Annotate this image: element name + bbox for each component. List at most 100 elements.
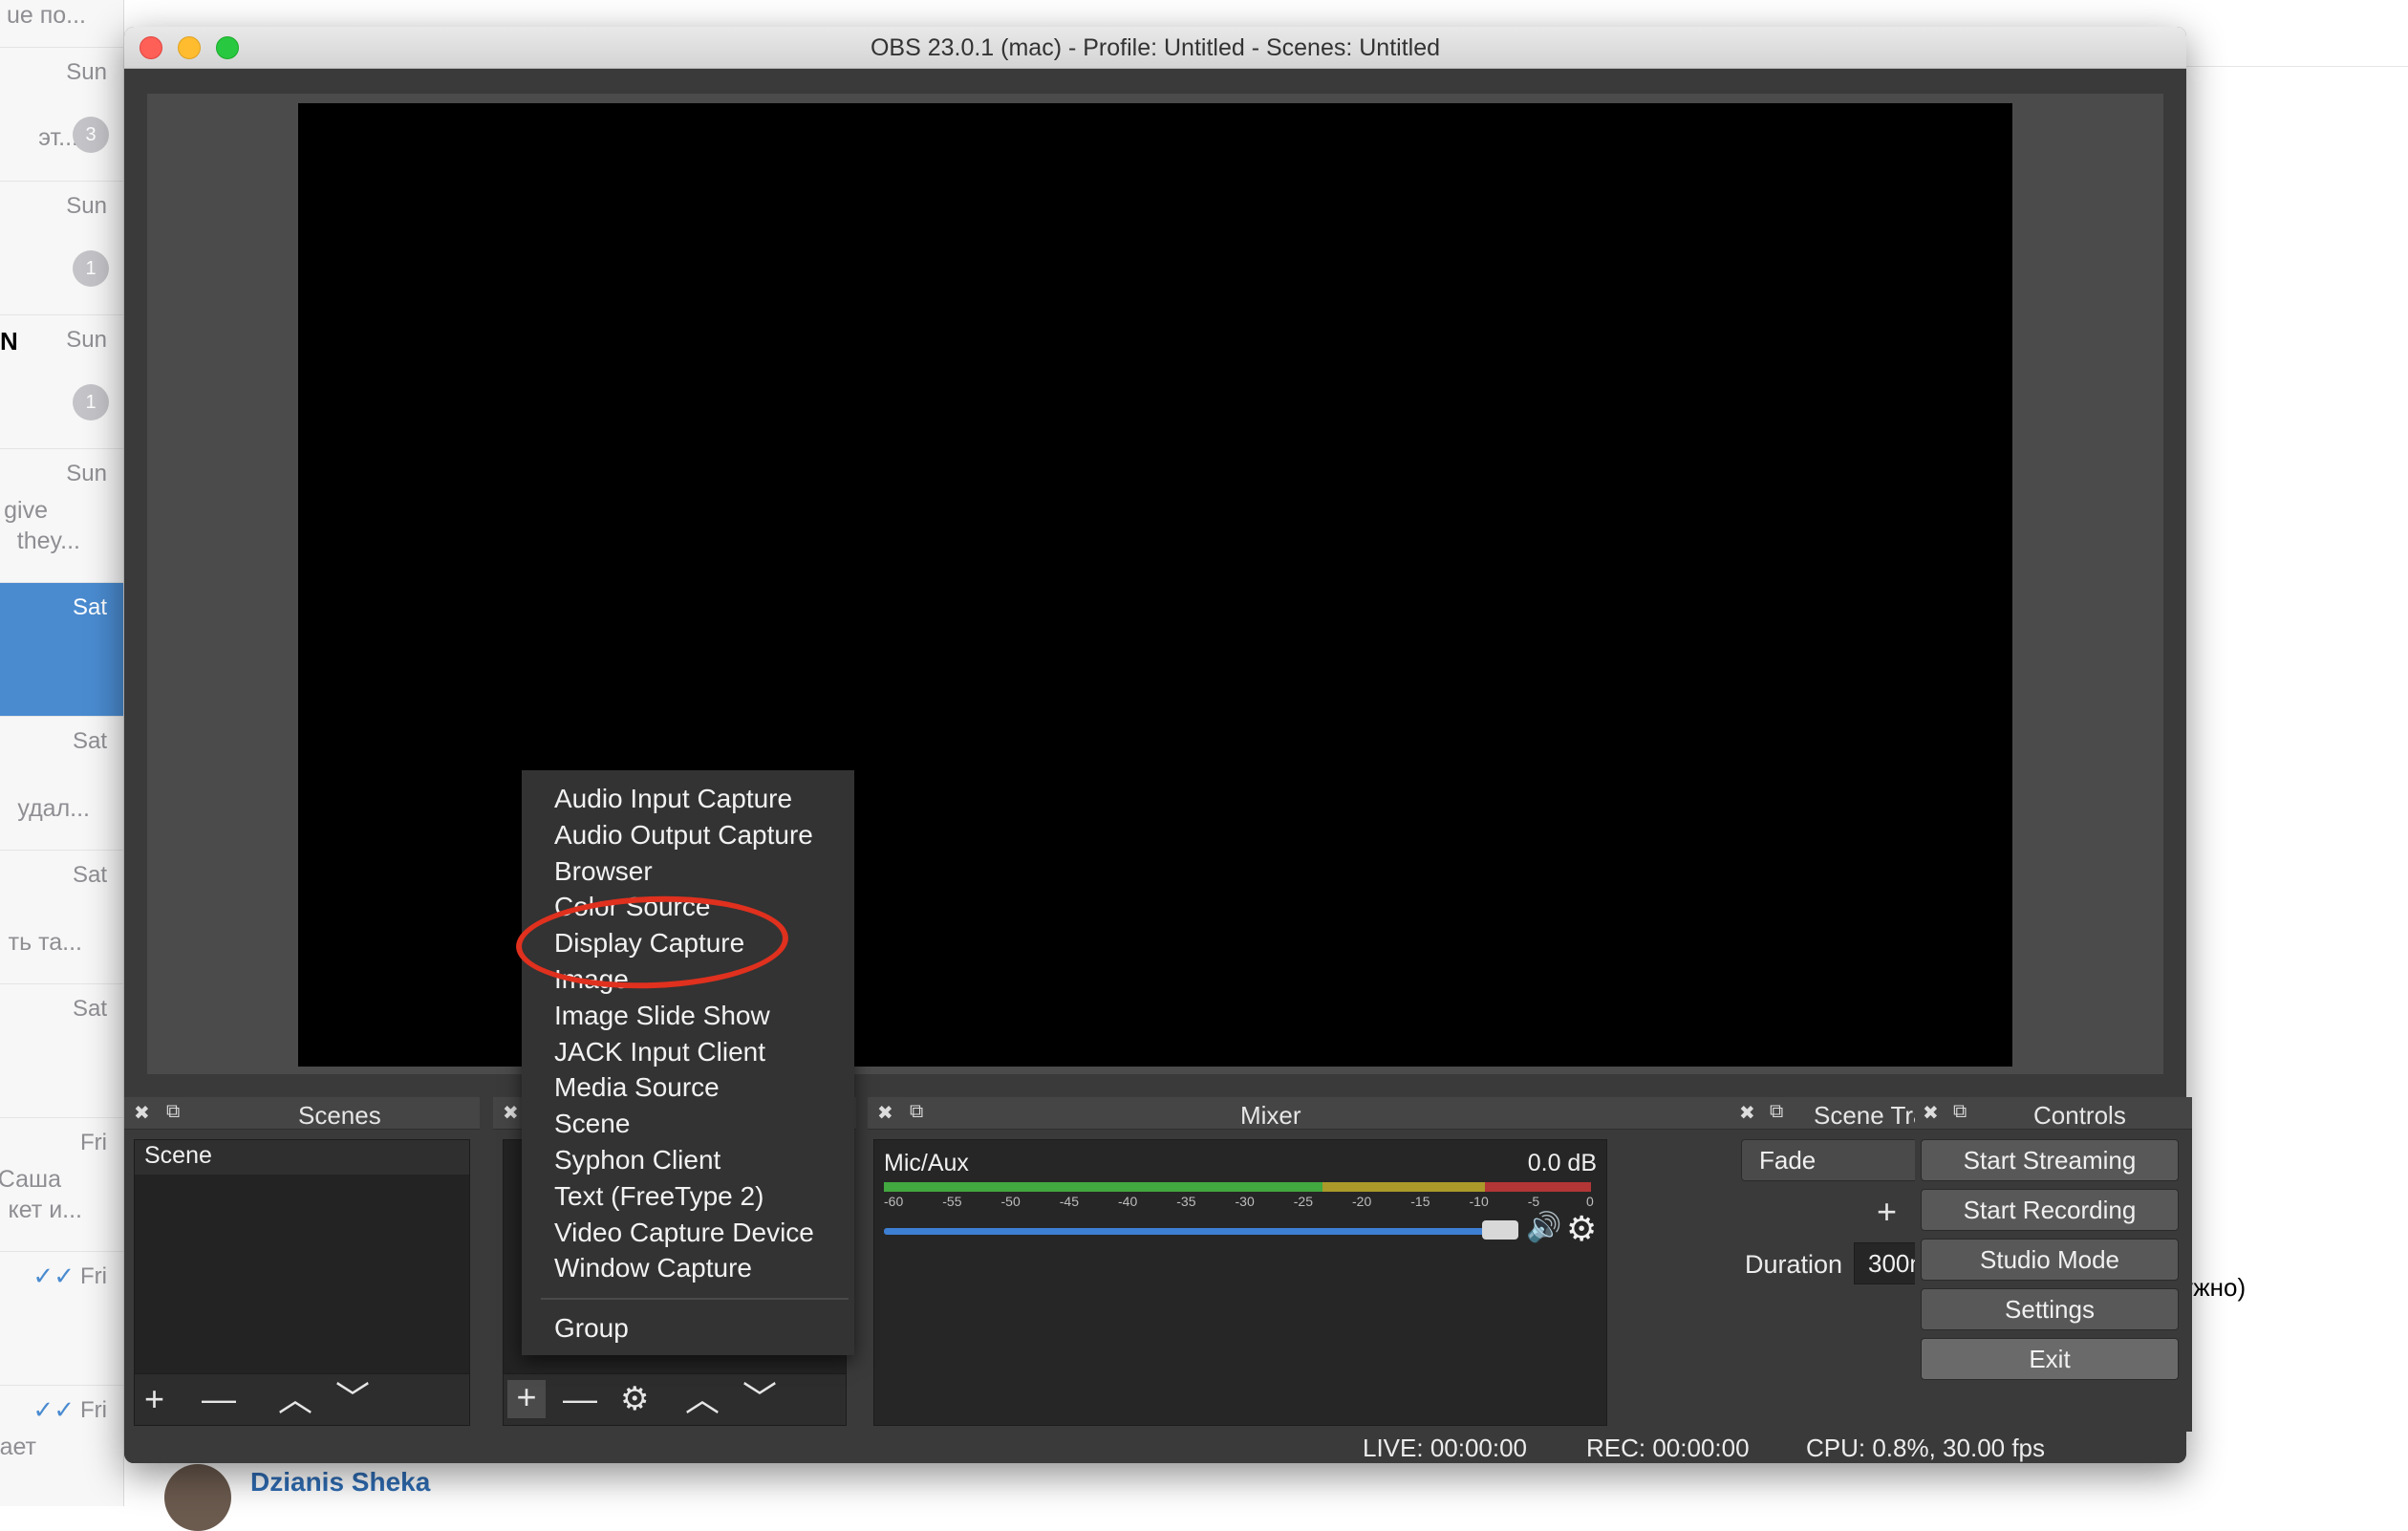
menu-item-audio-input-capture[interactable]: Audio Input Capture — [554, 784, 792, 814]
mixer-panel: Mic/Aux 0.0 dB -60 -55 -50 -45 -40 -35 -30 -25-… — [873, 1139, 1607, 1426]
chat-item-selected[interactable]: Sat — [0, 583, 123, 717]
mixer-title: Mixer — [1240, 1101, 1301, 1130]
close-icon[interactable]: ✖ — [877, 1101, 893, 1125]
move-scene-up-button[interactable]: ︿ — [278, 1382, 312, 1416]
chat-preview: кет и... — [8, 1197, 83, 1223]
volume-slider-track[interactable] — [884, 1228, 1505, 1235]
settings-button[interactable]: Settings — [1921, 1288, 2179, 1330]
menu-item-syphon-client[interactable]: Syphon Client — [554, 1145, 720, 1175]
volume-meter — [884, 1182, 1591, 1192]
meter-tick-label: -10 — [1469, 1194, 1489, 1209]
mute-speaker-icon[interactable]: 🔊 — [1526, 1211, 1561, 1244]
meter-scale: -60 -55 -50 -45 -40 -35 -30 -25 -20 -15 -10 -5 0 — [884, 1194, 1594, 1215]
remove-scene-button[interactable]: — — [202, 1382, 236, 1416]
chat-day: Sat — [72, 996, 107, 1022]
chat-preview: ть та... — [8, 929, 82, 956]
menu-item-audio-output-capture[interactable]: Audio Output Capture — [554, 820, 813, 851]
meter-tick-label: -55 — [942, 1194, 962, 1209]
volume-slider-handle[interactable] — [1482, 1220, 1518, 1240]
chat-day: Sat — [72, 728, 107, 754]
chat-day: Fri — [80, 1263, 107, 1289]
mixer-dock-header: ✖ ⧉ Mixer — [868, 1097, 1731, 1130]
menu-item-browser[interactable]: Browser — [554, 856, 653, 887]
meter-tick-label: -5 — [1527, 1194, 1540, 1209]
meter-tick-label: -40 — [1118, 1194, 1138, 1209]
meter-tick-label: -60 — [884, 1194, 904, 1209]
menu-item-jack-input-client[interactable]: JACK Input Client — [554, 1037, 765, 1067]
chat-item[interactable]: Sun 1 — [0, 182, 123, 315]
chat-item[interactable]: ✓✓ Fri — [0, 1252, 123, 1386]
menu-item-window-capture[interactable]: Window Capture — [554, 1253, 752, 1283]
close-icon[interactable]: ✖ — [1739, 1101, 1755, 1125]
chat-preview: ает — [0, 1434, 36, 1460]
sources-toolbar: + — ⚙ ︿ ﹀ — [504, 1373, 846, 1425]
move-source-up-button[interactable]: ︿ — [685, 1382, 720, 1416]
chat-item[interactable]: Sun give they... — [0, 449, 123, 583]
chat-day: Fri — [80, 1130, 107, 1155]
float-icon[interactable]: ⧉ — [1953, 1101, 1967, 1123]
exit-button[interactable]: Exit — [1921, 1338, 2179, 1380]
chat-day: Sun — [66, 59, 107, 85]
close-icon[interactable]: ✖ — [1923, 1101, 1939, 1125]
meter-tick-label: -25 — [1293, 1194, 1313, 1209]
chat-item[interactable]: Sun эт... 3 — [0, 48, 123, 182]
status-bar: LIVE: 00:00:00 REC: 00:00:00 CPU: 0.8%, … — [124, 1432, 2186, 1463]
controls-panel: ✖ ⧉ Controls Start Streaming Start Recor… — [1915, 1097, 2192, 1432]
chat-item[interactable]: ue по... — [0, 0, 123, 48]
mixer-dock: ✖ ⧉ Mixer Mic/Aux 0.0 dB -60 -55 -50 -45 -40… — [868, 1097, 1731, 1432]
mixer-gear-icon[interactable]: ⚙ — [1566, 1209, 1597, 1249]
start-recording-button[interactable]: Start Recording — [1921, 1189, 2179, 1231]
scenes-title: Scenes — [298, 1101, 381, 1130]
cpu-fps-readout: CPU: 0.8%, 30.00 fps — [1806, 1434, 2046, 1462]
sender-name[interactable]: Dzianis Sheka — [250, 1467, 430, 1498]
move-scene-down-button[interactable]: ﹀ — [335, 1382, 370, 1416]
menu-item-image-slide-show[interactable]: Image Slide Show — [554, 1001, 770, 1031]
unread-badge: 1 — [73, 250, 109, 287]
chat-preview: give — [4, 497, 48, 524]
add-source-button[interactable]: + — [507, 1380, 546, 1418]
menu-item-group[interactable]: Group — [554, 1313, 629, 1344]
meter-tick-label: 0 — [1586, 1194, 1594, 1209]
chat-day: Sun — [66, 461, 107, 486]
chat-day: Sun — [66, 193, 107, 219]
meter-tick-label: -35 — [1176, 1194, 1196, 1209]
list-item[interactable]: Scene — [135, 1140, 469, 1175]
move-source-down-button[interactable]: ﹀ — [742, 1382, 777, 1416]
float-icon[interactable]: ⧉ — [166, 1101, 180, 1123]
meter-tick-label: -50 — [1000, 1194, 1021, 1209]
close-icon[interactable]: ✖ — [503, 1101, 519, 1125]
avatar — [164, 1464, 231, 1531]
unread-badge: 3 — [73, 117, 109, 153]
chat-item[interactable]: ✓✓ Fri ает — [0, 1386, 123, 1506]
menu-item-media-source[interactable]: Media Source — [554, 1072, 720, 1103]
close-icon[interactable]: ✖ — [134, 1101, 150, 1125]
titlebar[interactable]: OBS 23.0.1 (mac) - Profile: Untitled - S… — [124, 27, 2186, 69]
chat-item[interactable]: Sat удал... — [0, 717, 123, 851]
menu-item-video-capture-device[interactable]: Video Capture Device — [554, 1218, 814, 1248]
chat-day: Sun — [66, 327, 107, 353]
chat-item[interactable]: N Sun 1 — [0, 315, 123, 449]
studio-mode-button[interactable]: Studio Mode — [1921, 1239, 2179, 1281]
chat-item[interactable]: Fri Саша кет и... — [0, 1118, 123, 1252]
chat-item[interactable]: Sat ть та... — [0, 851, 123, 984]
chat-preview: Саша — [0, 1166, 61, 1193]
preview-area[interactable] — [147, 94, 2163, 1074]
menu-item-text-freetype-2[interactable]: Text (FreeType 2) — [554, 1181, 763, 1212]
remove-source-button[interactable]: — — [563, 1382, 597, 1416]
chat-preview: ue по... — [6, 2, 86, 29]
menu-item-scene[interactable]: Scene — [554, 1109, 630, 1139]
float-icon[interactable]: ⧉ — [910, 1101, 923, 1123]
scenes-list[interactable]: Scene + — ︿ ﹀ — [134, 1139, 470, 1426]
chat-item[interactable]: Sat — [0, 984, 123, 1118]
add-transition-button[interactable]: + — [1877, 1195, 1897, 1229]
source-properties-gear-icon[interactable]: ⚙ — [620, 1382, 649, 1416]
mixer-source-name: Mic/Aux — [884, 1150, 969, 1176]
controls-title: Controls — [2033, 1101, 2126, 1130]
add-scene-button[interactable]: + — [144, 1382, 164, 1416]
start-streaming-button[interactable]: Start Streaming — [1921, 1139, 2179, 1181]
mixer-level-readout: 0.0 dB — [1527, 1150, 1597, 1176]
background-chat-list: ue по... Sun эт... 3 Sun 1 N Sun 1 Sun g… — [0, 0, 124, 1506]
meter-tick-label: -15 — [1410, 1194, 1430, 1209]
float-icon[interactable]: ⧉ — [1770, 1101, 1783, 1123]
chat-day: Sat — [72, 594, 107, 620]
